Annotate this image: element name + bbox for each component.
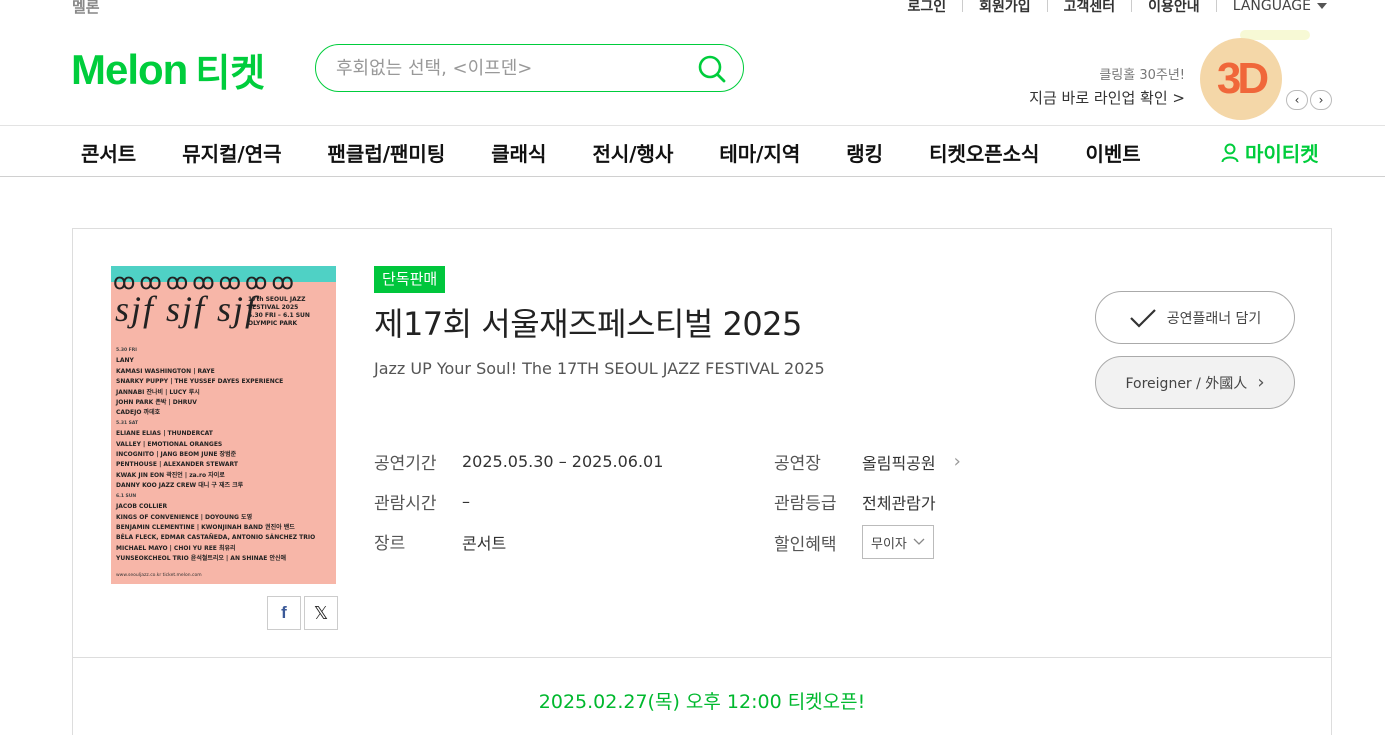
nav-item-event[interactable]: 이벤트 [1085,138,1140,167]
poster-image[interactable]: ꝏꝏꝏꝏꝏꝏꝏ sjf sjf sjf 17th SEOUL JAZZ FEST… [111,266,336,584]
language-label: LANGUAGE [1232,0,1311,14]
user-icon [1221,143,1239,162]
discount-select[interactable]: 무이자 [862,525,934,559]
info-label: 관람등급 [774,494,837,514]
info-label: 장르 [374,534,406,554]
section-divider [73,657,1331,658]
info-period: 공연기간 2025.05.30 – 2025.06.01 [374,449,663,474]
page: 멜론 로그인 회원가입 고객센터 이용안내 LANGUAGE Melon 티켓 … [0,0,1385,735]
poster-lineup: 5.30 FRI LANY KAMASI WASHINGTON | RAYE S… [116,348,316,563]
nav-item-classic[interactable]: 클래식 [491,138,546,167]
my-ticket-link[interactable]: 마이티켓 [1221,138,1319,167]
divider [1131,0,1133,12]
prev-arrow-icon[interactable]: ‹ [1286,90,1308,110]
info-value: 올림픽공원 [862,453,936,473]
promo-pager: ‹ › [1286,90,1332,110]
facebook-icon: f [281,603,287,622]
info-label: 관람시간 [374,494,437,514]
chevron-right-icon: › [1257,372,1265,393]
ticket-open-notice: 2025.02.27(목) 오후 12:00 티켓오픈! [538,691,866,713]
promo-badge-text: 3D [1216,54,1269,103]
info-label: 공연장 [774,454,821,474]
info-label: 공연기간 [374,454,437,474]
search-input[interactable] [336,55,696,81]
chevron-right-icon: › [953,451,961,472]
divider [962,0,964,12]
info-genre: 장르 콘서트 [374,529,507,555]
main-nav: 콘서트 뮤지컬/연극 팬클럽/팬미팅 클래식 전시/행사 테마/지역 랭킹 티켓… [0,125,1385,177]
chevron-down-icon [913,538,925,545]
nav-item-fanclub[interactable]: 팬클럽/팬미팅 [328,138,446,167]
discount-select-value: 무이자 [871,536,907,552]
signup-link[interactable]: 회원가입 [979,0,1031,16]
search-icon[interactable] [697,54,727,88]
nav-item-theme[interactable]: 테마/지역 [719,138,800,167]
info-venue[interactable]: 공연장 올림픽공원 › [774,449,961,474]
nav-item-ranking[interactable]: 랭킹 [846,138,883,167]
logo-melon: Melon [71,45,188,93]
facebook-share-button[interactable]: f [267,596,301,630]
poster-sjf-art: sjf sjf sjf [115,289,258,329]
melon-ticket-logo[interactable]: Melon 티켓 [71,42,265,97]
next-arrow-icon[interactable]: › [1310,90,1332,110]
nav-item-musical[interactable]: 뮤지컬/연극 [182,138,281,167]
x-share-button[interactable]: 𝕏 [304,596,338,630]
guide-link[interactable]: 이용안내 [1148,0,1200,16]
language-select[interactable]: LANGUAGE [1233,0,1327,14]
info-value: 콘서트 [462,533,507,553]
nav-item-ticket-open[interactable]: 티켓오픈소식 [929,138,1039,167]
exclusive-sale-badge: 단독판매 [374,266,446,293]
promo-badge-image[interactable]: 3D [1200,38,1282,120]
nav-item-exhibition[interactable]: 전시/행사 [592,138,673,167]
info-rating: 관람등급 전체관람가 [774,489,936,515]
foreigner-button[interactable]: Foreigner / 外國人 › [1095,356,1295,409]
poster-header-text: 17th SEOUL JAZZ FESTIVAL 2025 5.30 FRI –… [248,296,310,327]
nav-item-concert[interactable]: 콘서트 [81,138,136,167]
search-box [315,44,744,92]
product-detail-box: ꝏꝏꝏꝏꝏꝏꝏ sjf sjf sjf 17th SEOUL JAZZ FEST… [72,228,1332,735]
info-label: 할인혜택 [774,534,837,555]
promo-banner-text[interactable]: 클링홀 30주년! 지금 바로 라인업 확인 > [1029,64,1185,108]
divider [1046,0,1048,12]
planner-button-label: 공연플래너 담기 [1166,310,1262,327]
product-subtitle: Jazz UP Your Soul! The 17TH SEOUL JAZZ F… [374,359,825,378]
logo-ticket: 티켓 [195,51,266,95]
check-icon [1129,308,1156,328]
my-ticket-label: 마이티켓 [1245,142,1319,166]
login-link[interactable]: 로그인 [907,0,946,16]
add-to-planner-button[interactable]: 공연플래너 담기 [1095,291,1295,344]
info-value: – [462,492,470,511]
product-title: 제17회 서울재즈페스티벌 2025 [374,305,802,343]
info-value: 2025.05.30 – 2025.06.01 [462,452,664,471]
poster-footer: www.seouljazz.co.kr ticket.melon.com [116,573,202,578]
info-value: 전체관람가 [862,493,936,513]
divider [1215,0,1217,12]
promo-line-2: 지금 바로 라인업 확인 > [1029,89,1185,107]
x-icon: 𝕏 [313,602,329,624]
customer-center-link[interactable]: 고객센터 [1064,0,1116,16]
info-discount: 할인혜택 무이자 [774,525,934,559]
utility-links: 로그인 회원가입 고객센터 이용안내 LANGUAGE [907,0,1327,16]
foreigner-button-label: Foreigner / 外國人 [1125,375,1248,392]
melon-home-link[interactable]: 멜론 [72,0,100,17]
info-running-time: 관람시간 – [374,489,470,514]
caret-down-icon [1317,3,1327,9]
promo-line-1: 클링홀 30주년! [1099,68,1185,83]
